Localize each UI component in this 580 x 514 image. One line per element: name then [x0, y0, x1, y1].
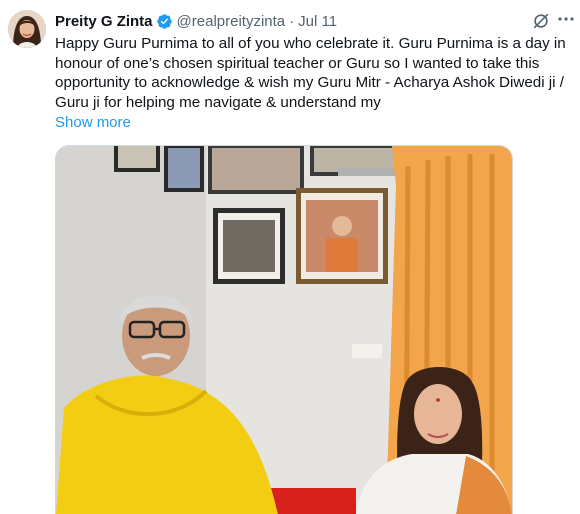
avatar-image: [8, 10, 46, 48]
tweet-date[interactable]: Jul 11: [298, 13, 337, 30]
tweet: Preity G Zinta @realpreityzinta · Jul 11…: [0, 0, 580, 514]
tweet-text: Happy Guru Purnima to all of you who cel…: [55, 35, 566, 112]
show-more-link[interactable]: Show more: [55, 114, 131, 131]
tweet-photo[interactable]: [55, 145, 513, 514]
more-options-icon[interactable]: [556, 9, 576, 29]
photo-image: [56, 146, 512, 514]
author-handle[interactable]: @realpreityzinta: [177, 13, 286, 30]
header-separator: ·: [289, 12, 295, 30]
tweet-header: Preity G Zinta @realpreityzinta · Jul 11: [55, 11, 570, 31]
verified-badge-icon: [156, 13, 172, 29]
author-name[interactable]: Preity G Zinta: [55, 13, 153, 30]
author-avatar[interactable]: [8, 10, 46, 48]
grok-icon[interactable]: [532, 12, 550, 30]
